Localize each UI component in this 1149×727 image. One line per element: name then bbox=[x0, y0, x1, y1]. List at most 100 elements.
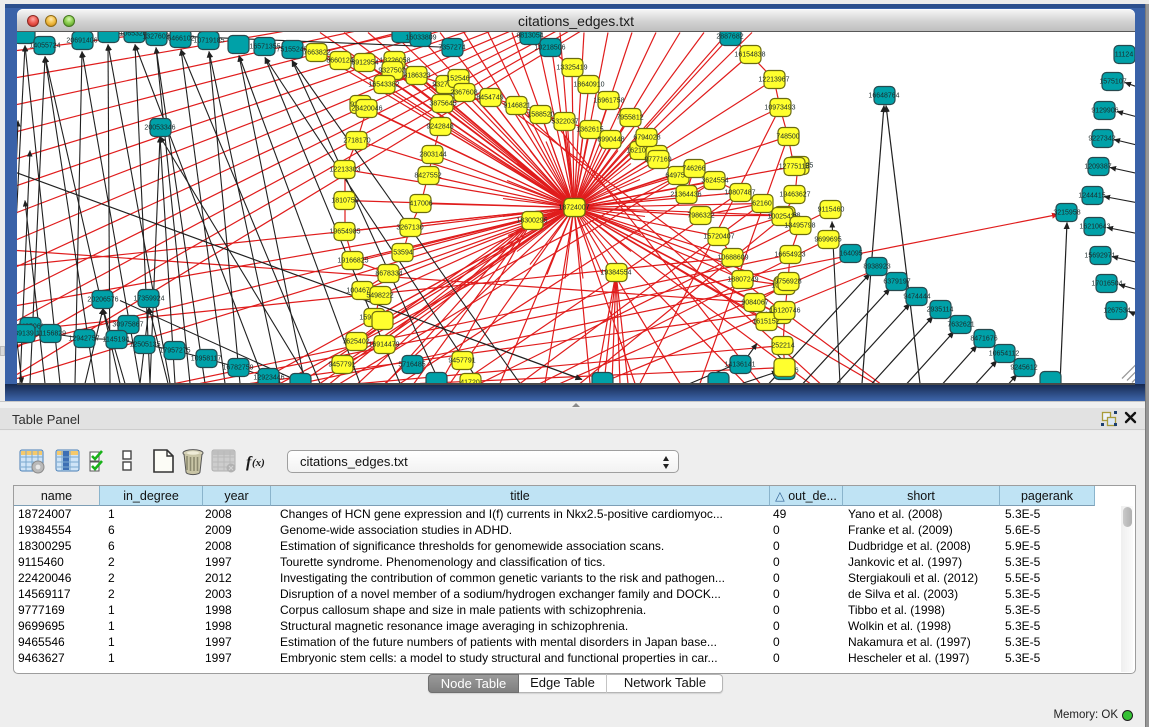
svg-text:2718170: 2718170 bbox=[343, 137, 370, 144]
svg-text:9227342: 9227342 bbox=[1088, 135, 1115, 142]
svg-text:3875645: 3875645 bbox=[429, 100, 456, 107]
svg-text:19654985: 19654985 bbox=[329, 228, 360, 235]
svg-text:8813054: 8813054 bbox=[516, 32, 543, 39]
svg-text:10654112: 10654112 bbox=[989, 350, 1020, 357]
svg-text:11124: 11124 bbox=[1115, 51, 1134, 58]
svg-text:1327602: 1327602 bbox=[142, 33, 169, 40]
svg-text:16782759: 16782759 bbox=[222, 364, 253, 371]
svg-text:16654923: 16654923 bbox=[774, 251, 805, 258]
svg-text:8678334: 8678334 bbox=[375, 270, 402, 277]
svg-text:30975867: 30975867 bbox=[112, 321, 143, 328]
svg-text:16543382: 16543382 bbox=[368, 81, 399, 88]
svg-text:7663822: 7663822 bbox=[303, 49, 330, 56]
svg-text:9129906: 9129906 bbox=[1091, 107, 1118, 114]
svg-text:9756928: 9756928 bbox=[774, 278, 801, 285]
svg-text:19384554: 19384554 bbox=[600, 269, 631, 276]
svg-text:7986322: 7986322 bbox=[687, 212, 714, 219]
svg-text:39139: 39139 bbox=[17, 330, 34, 337]
svg-text:746266: 746266 bbox=[682, 165, 705, 172]
svg-text:12213967: 12213967 bbox=[758, 76, 789, 83]
svg-text:6379197: 6379197 bbox=[883, 278, 910, 285]
svg-text:9474444: 9474444 bbox=[903, 293, 930, 300]
svg-text:9457791: 9457791 bbox=[328, 361, 355, 368]
svg-text:164095: 164095 bbox=[839, 250, 862, 257]
svg-text:20691406: 20691406 bbox=[66, 37, 97, 44]
svg-text:17359924: 17359924 bbox=[133, 295, 164, 302]
svg-text:12213303: 12213303 bbox=[329, 166, 360, 173]
svg-text:10688609: 10688609 bbox=[717, 254, 748, 261]
svg-text:8427552: 8427552 bbox=[414, 172, 441, 179]
svg-text:8454749: 8454749 bbox=[476, 94, 503, 101]
svg-text:18724007: 18724007 bbox=[558, 204, 589, 211]
svg-text:9115460: 9115460 bbox=[818, 206, 845, 213]
svg-text:6466102: 6466102 bbox=[167, 35, 194, 42]
svg-text:1615152: 1615152 bbox=[752, 318, 779, 325]
svg-text:10719185: 10719185 bbox=[193, 37, 224, 44]
svg-text:9699695: 9699695 bbox=[814, 236, 841, 243]
svg-text:2935114: 2935114 bbox=[927, 306, 954, 313]
svg-text:3267130: 3267130 bbox=[396, 224, 423, 231]
svg-text:12505135: 12505135 bbox=[129, 341, 160, 348]
svg-text:2803144: 2803144 bbox=[419, 151, 446, 158]
svg-text:12923446: 12923446 bbox=[253, 374, 284, 381]
svg-text:1209387: 1209387 bbox=[1084, 163, 1111, 170]
svg-text:3215958: 3215958 bbox=[1053, 209, 1080, 216]
svg-text:9084067: 9084067 bbox=[741, 299, 768, 306]
svg-text:1810753: 1810753 bbox=[331, 197, 358, 204]
svg-text:5716485: 5716485 bbox=[398, 361, 425, 368]
svg-text:16033809: 16033809 bbox=[405, 34, 436, 41]
svg-text:1575107: 1575107 bbox=[1099, 78, 1126, 85]
svg-text:18640910: 18640910 bbox=[573, 81, 604, 88]
svg-text:19166825: 19166825 bbox=[337, 257, 368, 264]
svg-text:21364436: 21364436 bbox=[670, 191, 701, 198]
svg-text:(x): (x) bbox=[252, 457, 265, 469]
svg-text:8912954: 8912954 bbox=[351, 59, 378, 66]
svg-text:8660124: 8660124 bbox=[326, 57, 353, 64]
svg-text:16961758: 16961758 bbox=[593, 97, 624, 104]
svg-text:7632621: 7632621 bbox=[947, 321, 974, 328]
svg-text:16648764: 16648764 bbox=[868, 92, 899, 99]
svg-text:8938923: 8938923 bbox=[863, 263, 890, 270]
svg-text:152546: 152546 bbox=[446, 75, 469, 82]
svg-text:14136141: 14136141 bbox=[724, 361, 755, 368]
svg-text:10958117: 10958117 bbox=[191, 355, 222, 362]
svg-text:14055724: 14055724 bbox=[29, 42, 60, 49]
svg-text:23420046: 23420046 bbox=[351, 105, 382, 112]
svg-text:7625402: 7625402 bbox=[342, 338, 369, 345]
svg-text:18807249: 18807249 bbox=[727, 276, 758, 283]
svg-text:10807487: 10807487 bbox=[724, 189, 755, 196]
svg-text:1588520: 1588520 bbox=[527, 111, 554, 118]
svg-text:5498222: 5498222 bbox=[366, 292, 393, 299]
svg-text:5322037: 5322037 bbox=[551, 118, 578, 125]
svg-text:17016504: 17016504 bbox=[1091, 280, 1122, 287]
svg-text:7955812: 7955812 bbox=[616, 114, 643, 121]
svg-text:9242848: 9242848 bbox=[426, 123, 453, 130]
svg-text:9245612: 9245612 bbox=[1010, 364, 1037, 371]
svg-text:1145194: 1145194 bbox=[103, 336, 130, 343]
svg-text:1362615: 1362615 bbox=[576, 126, 603, 133]
svg-text:9146821: 9146821 bbox=[503, 102, 530, 109]
svg-text:1267534: 1267534 bbox=[1103, 307, 1130, 314]
svg-text:15720407: 15720407 bbox=[703, 233, 734, 240]
svg-text:15692971: 15692971 bbox=[1084, 252, 1115, 259]
svg-text:8471676: 8471676 bbox=[970, 335, 997, 342]
svg-text:13495798: 13495798 bbox=[784, 222, 815, 229]
svg-text:17957275: 17957275 bbox=[159, 347, 190, 354]
svg-text:16210643: 16210643 bbox=[1079, 223, 1110, 230]
svg-text:62160: 62160 bbox=[752, 200, 772, 207]
svg-text:10218506: 10218506 bbox=[534, 44, 565, 51]
svg-text:12775115: 12775115 bbox=[779, 163, 810, 170]
svg-text:16120746: 16120746 bbox=[769, 307, 800, 314]
svg-text:2367608: 2367608 bbox=[450, 89, 477, 96]
svg-text:19463627: 19463627 bbox=[779, 191, 810, 198]
svg-text:11156829: 11156829 bbox=[36, 330, 66, 337]
svg-text:417006: 417006 bbox=[409, 200, 432, 207]
svg-text:16154838: 16154838 bbox=[734, 51, 765, 58]
svg-text:2887682: 2887682 bbox=[716, 33, 743, 40]
svg-text:16914479: 16914479 bbox=[368, 341, 399, 348]
svg-text:748500: 748500 bbox=[776, 133, 799, 140]
svg-text:12942757: 12942757 bbox=[68, 335, 99, 342]
svg-text:9777169: 9777169 bbox=[644, 156, 671, 163]
svg-text:20053346: 20053346 bbox=[144, 124, 175, 131]
svg-text:3624554: 3624554 bbox=[701, 177, 728, 184]
